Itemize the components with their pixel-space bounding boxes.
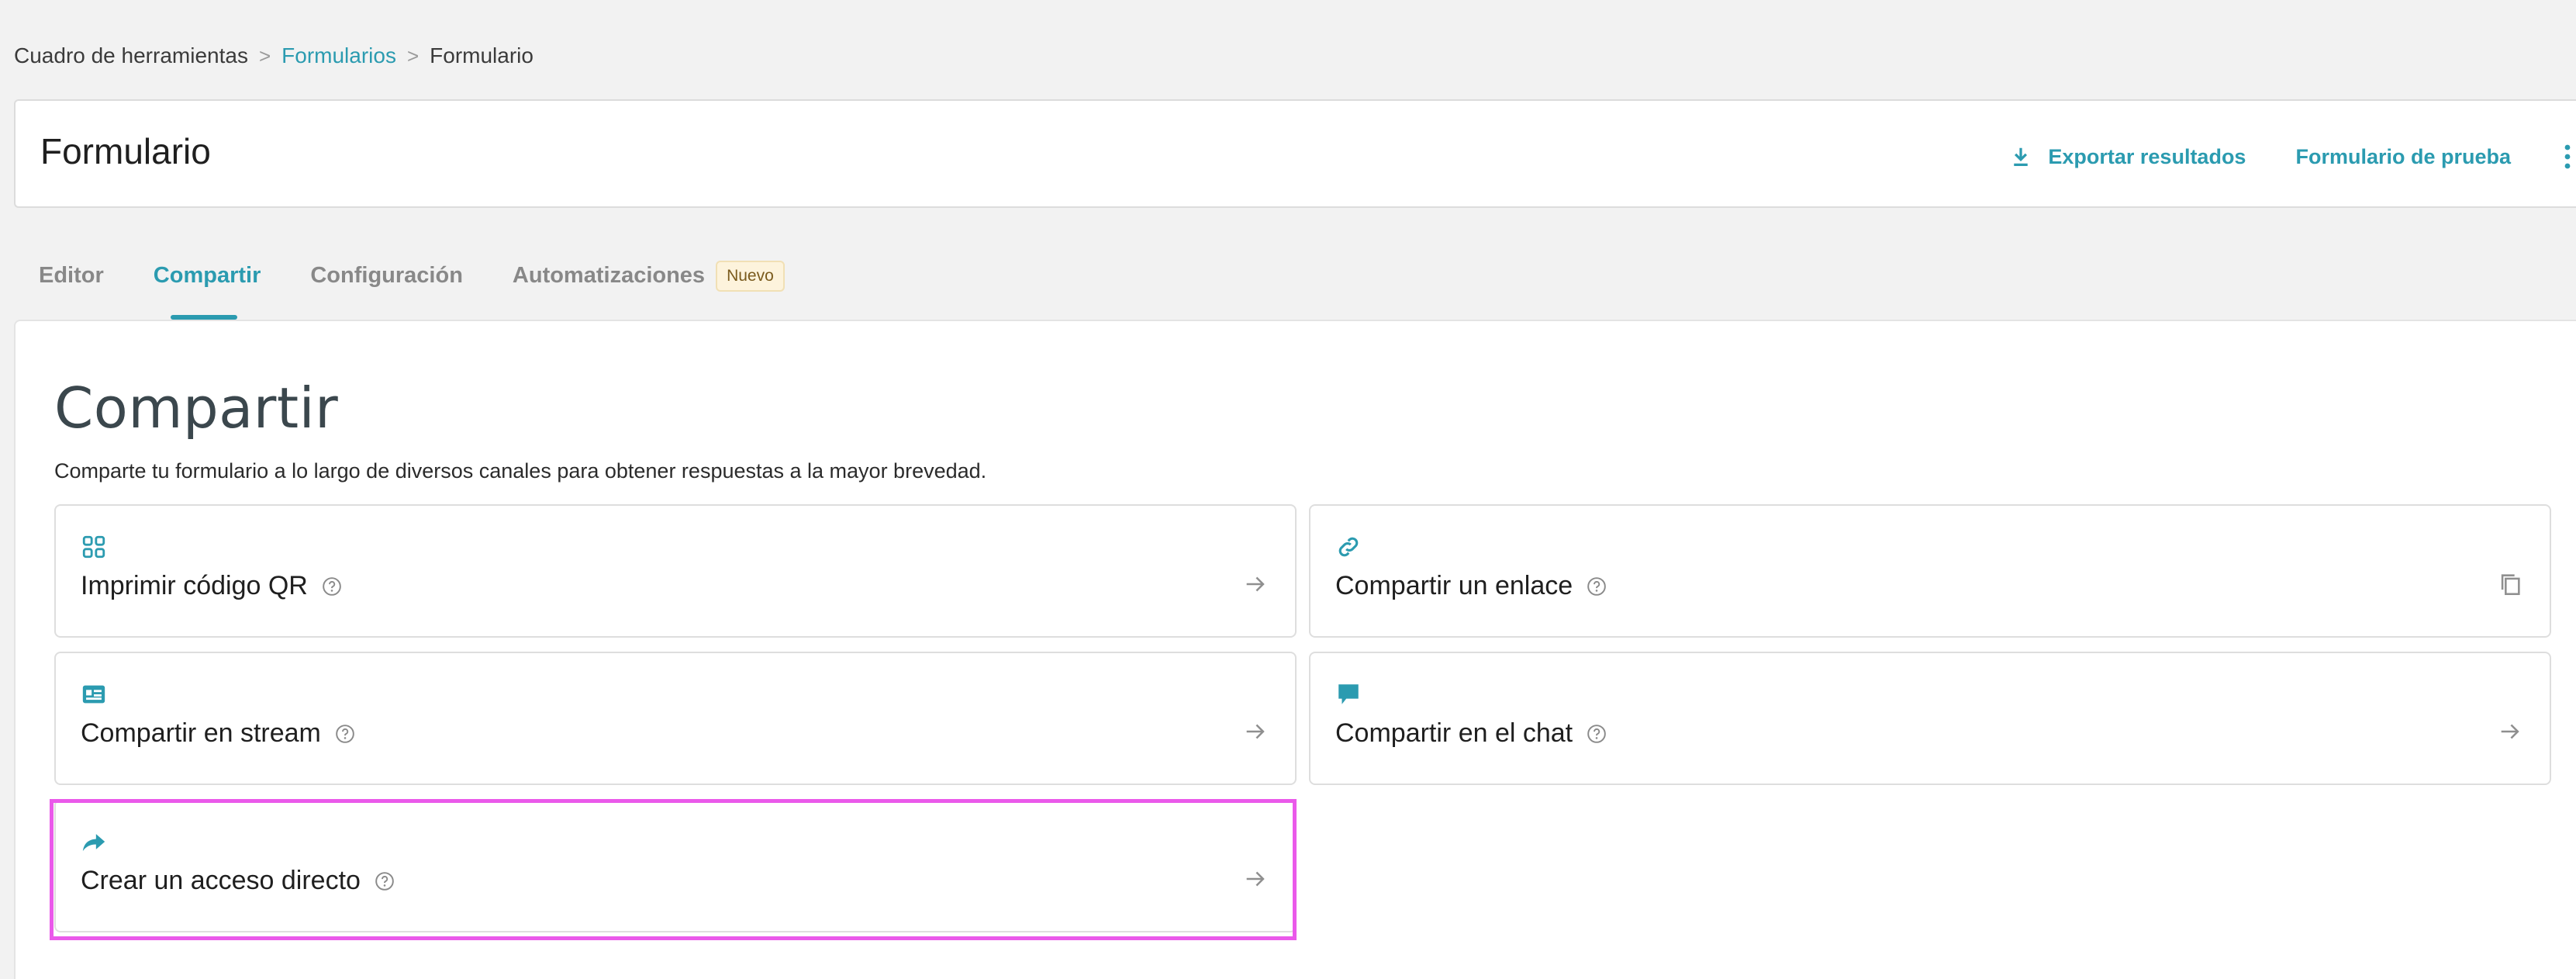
- breadcrumb-item-forms[interactable]: Formularios: [281, 43, 396, 68]
- new-badge: Nuevo: [716, 261, 785, 292]
- page-title: Compartir: [54, 375, 339, 441]
- create-shortcut-label: Crear un acceso directo: [81, 866, 361, 895]
- share-chat-label: Compartir en el chat: [1335, 718, 1573, 748]
- link-icon: [1335, 534, 1362, 560]
- tab-editor[interactable]: Editor: [39, 250, 104, 320]
- card-label: Compartir en el chat: [1335, 718, 1607, 749]
- qr-grid-icon: [81, 534, 107, 560]
- breadcrumb-separator: >: [406, 43, 420, 67]
- breadcrumb-item-current: Formulario: [430, 43, 534, 67]
- share-stream-label: Compartir en stream: [81, 718, 321, 748]
- card-label: Compartir un enlace: [1335, 571, 1607, 601]
- card-label: Imprimir código QR: [81, 571, 342, 601]
- kebab-menu-icon: [2564, 143, 2571, 171]
- card-label: Crear un acceso directo: [81, 866, 395, 896]
- breadcrumb-item-toolbox[interactable]: Cuadro de herramientas: [14, 43, 248, 68]
- header-card: Formulario Exportar resultados Formulari…: [14, 99, 2576, 208]
- stream-icon: [81, 681, 107, 707]
- help-icon[interactable]: [1587, 724, 1607, 744]
- page-subtitle: Comparte tu formulario a lo largo de div…: [54, 459, 987, 483]
- header-actions: Exportar resultados Formulario de prueba: [2009, 135, 2576, 178]
- tab-settings[interactable]: Configuración: [310, 250, 463, 320]
- test-form-button[interactable]: Formulario de prueba: [2295, 145, 2511, 169]
- more-options-button[interactable]: [2556, 140, 2576, 174]
- page-header-title: Formulario: [40, 131, 211, 171]
- share-stream-card[interactable]: Compartir en stream: [54, 652, 1297, 785]
- tab-settings-label: Configuración: [310, 263, 463, 288]
- breadcrumb-separator: >: [258, 43, 271, 67]
- tab-share-label: Compartir: [153, 263, 261, 288]
- share-chat-card[interactable]: Compartir en el chat: [1309, 652, 2551, 785]
- tab-editor-label: Editor: [39, 263, 104, 288]
- tab-bar: Editor Compartir Configuración Automatiz…: [39, 250, 785, 320]
- help-icon[interactable]: [1587, 576, 1607, 597]
- card-label: Compartir en stream: [81, 718, 355, 749]
- arrow-right-icon: [1242, 866, 1269, 892]
- tab-automations-label: Automatizaciones: [512, 263, 706, 288]
- arrow-right-icon: [1242, 718, 1269, 745]
- tab-automations[interactable]: Automatizaciones Nuevo: [513, 250, 785, 320]
- create-shortcut-card[interactable]: Crear un acceso directo: [54, 799, 1297, 932]
- copy-icon[interactable]: [2497, 571, 2523, 597]
- help-icon[interactable]: [375, 871, 395, 891]
- share-link-label: Compartir un enlace: [1335, 571, 1573, 600]
- export-results-button[interactable]: Exportar resultados: [2009, 145, 2246, 169]
- breadcrumb: Cuadro de herramientas > Formularios > F…: [14, 40, 534, 71]
- export-results-label: Exportar resultados: [2048, 144, 2246, 168]
- chat-bubble-icon: [1335, 681, 1362, 707]
- arrow-right-icon: [2497, 718, 2523, 745]
- arrow-right-icon: [1242, 571, 1269, 597]
- share-panel: Compartir Comparte tu formulario a lo la…: [14, 320, 2576, 979]
- help-icon[interactable]: [322, 576, 342, 597]
- print-qr-label: Imprimir código QR: [81, 571, 308, 600]
- share-link-card[interactable]: Compartir un enlace: [1309, 504, 2551, 638]
- help-icon[interactable]: [335, 724, 355, 744]
- print-qr-card[interactable]: Imprimir código QR: [54, 504, 1297, 638]
- download-icon: [2009, 145, 2032, 168]
- tab-share[interactable]: Compartir: [154, 250, 261, 320]
- test-form-label: Formulario de prueba: [2295, 144, 2511, 168]
- share-forward-icon: [81, 829, 107, 855]
